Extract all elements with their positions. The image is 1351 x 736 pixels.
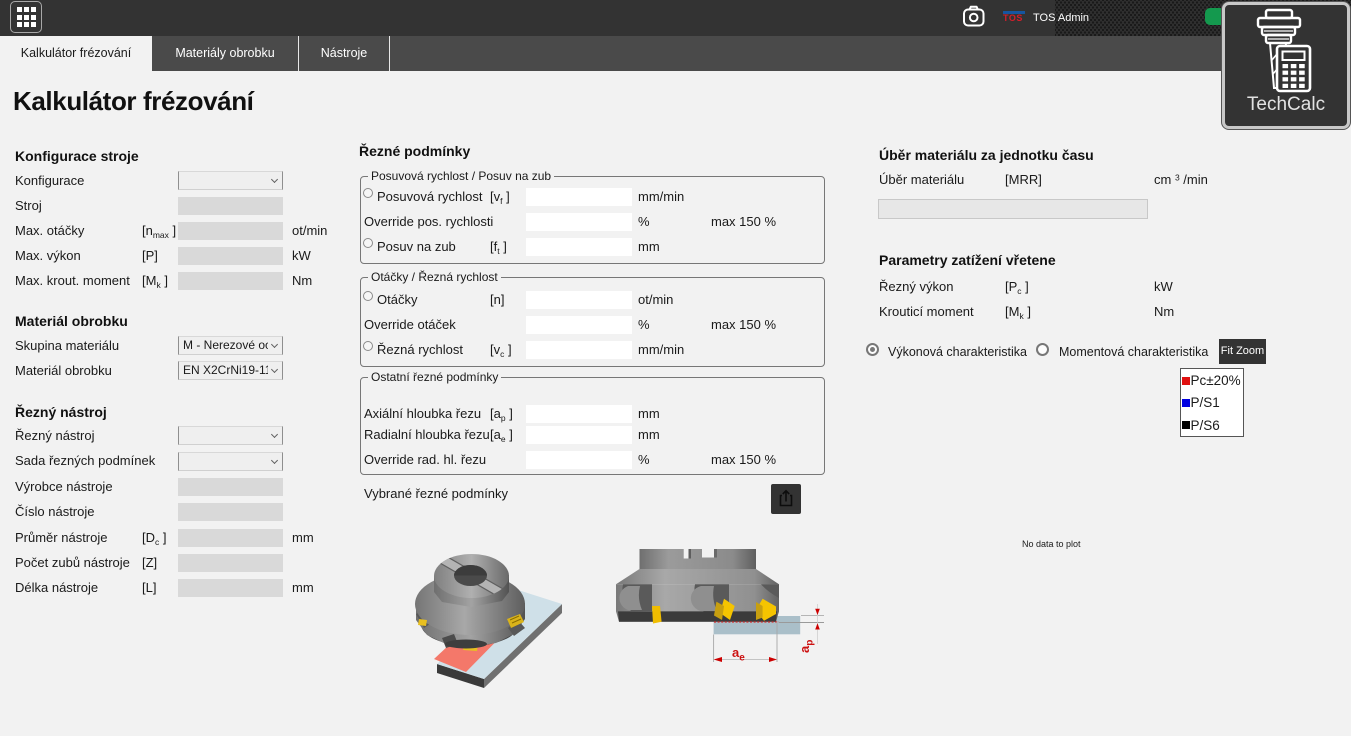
svg-text:ap: ap [797,640,816,653]
svg-text:ae: ae [732,645,745,664]
